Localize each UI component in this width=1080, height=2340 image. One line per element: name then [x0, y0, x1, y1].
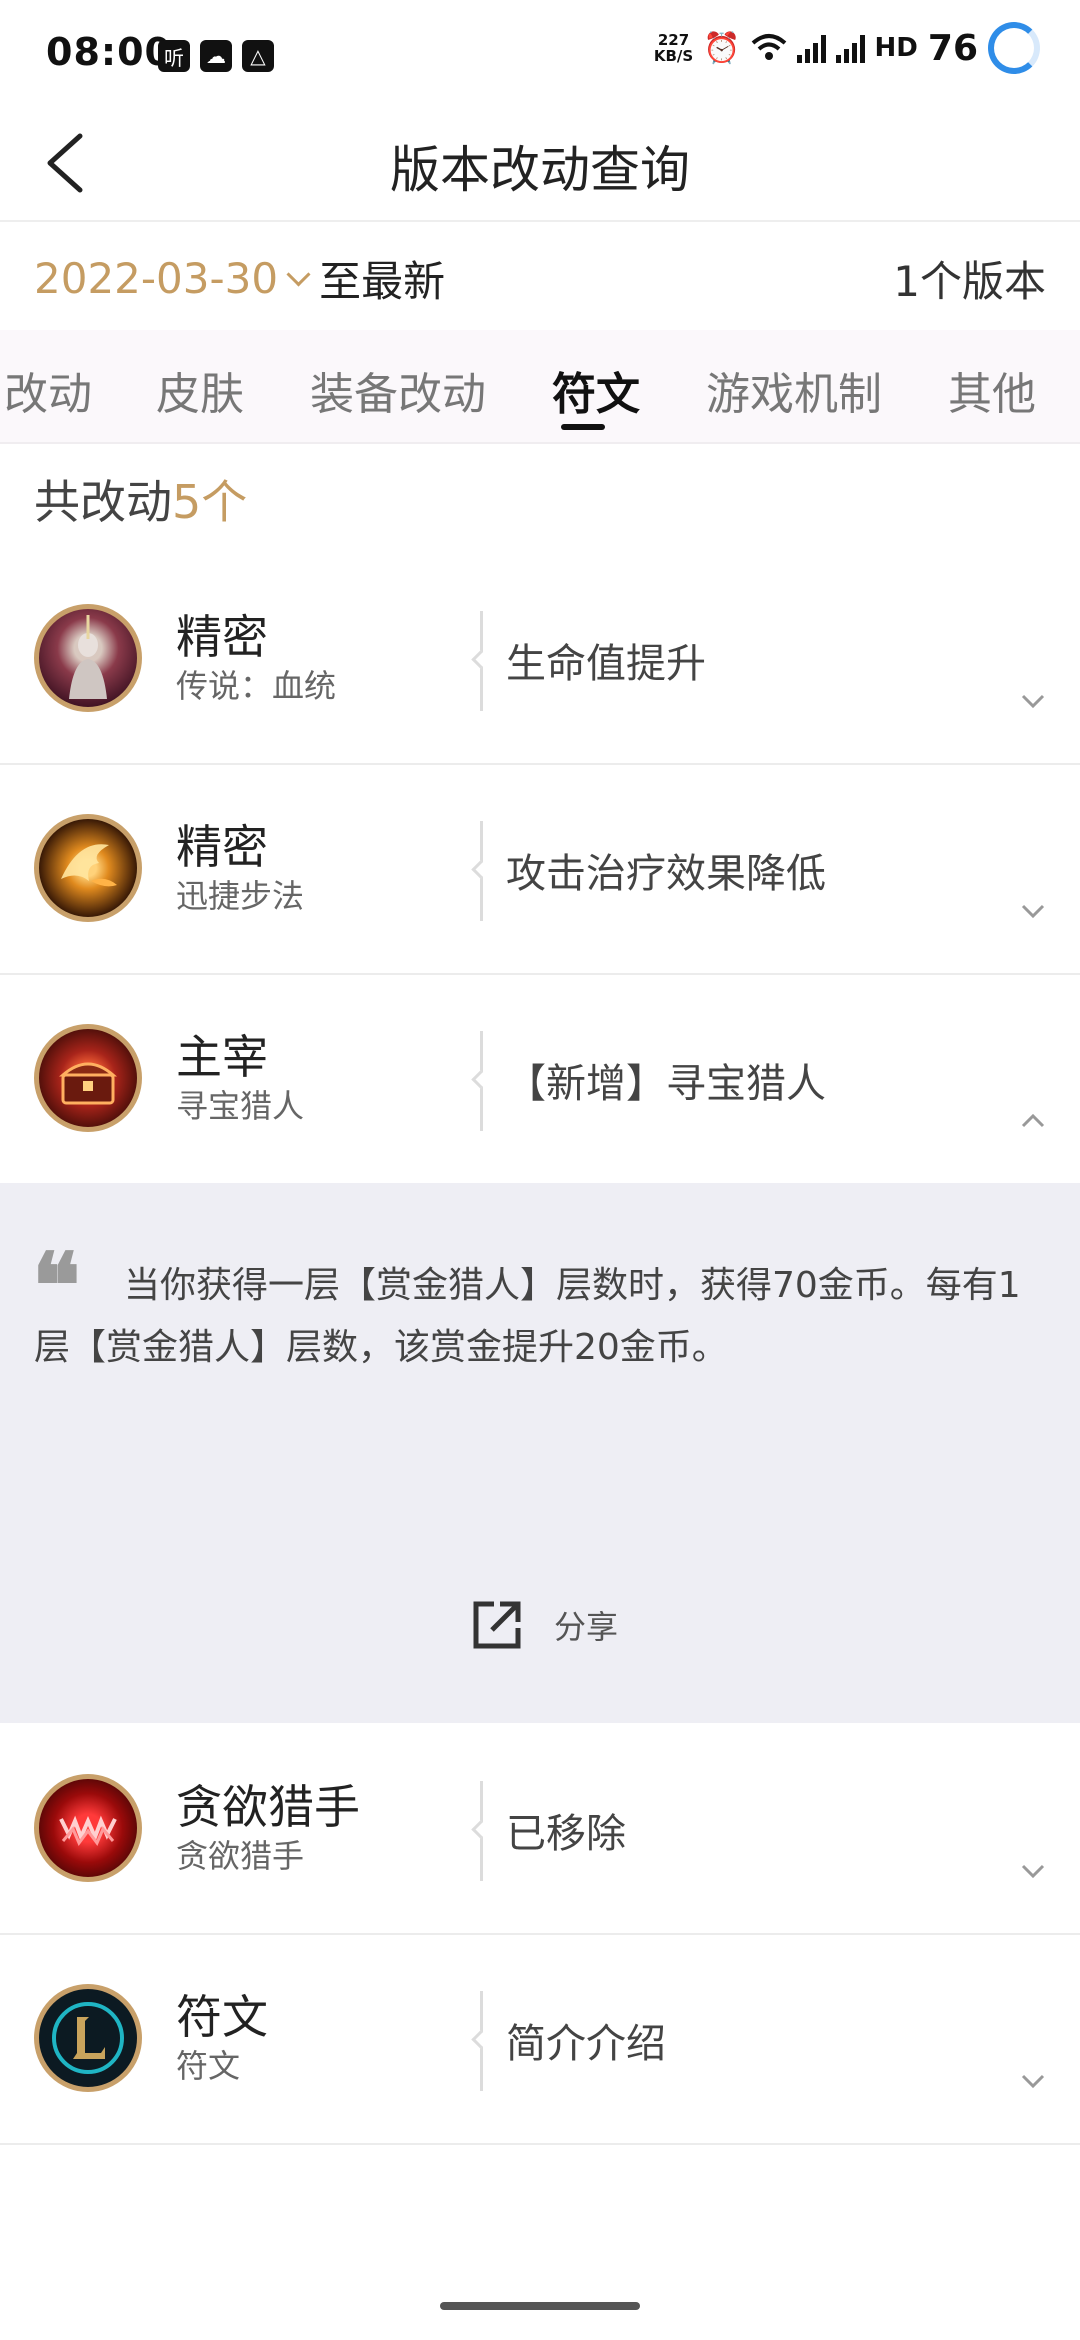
divider-notch: [471, 860, 490, 879]
rune-tree: 主宰: [176, 1030, 268, 1084]
version-count: 1个版本: [893, 257, 1046, 306]
tab-runes[interactable]: 符文: [552, 358, 640, 422]
change-summary: 生命值提升: [506, 641, 706, 687]
rune-tree: 精密: [176, 820, 268, 874]
change-summary: 【新增】寻宝猎人: [506, 1061, 826, 1107]
hd-indicator: HD: [874, 33, 918, 63]
change-row[interactable]: 贪欲猎手 贪欲猎手 已移除: [0, 1723, 1080, 1935]
change-detail-text: 当你获得一层【赏金猎人】层数时，获得70金币。每有1层【赏金猎人】层数，该赏金提…: [34, 1265, 1021, 1368]
rune-tree: 符文: [176, 1990, 268, 2044]
battery-ring-icon: [988, 22, 1040, 74]
chevron-down-icon[interactable]: [1020, 691, 1046, 711]
wifi-icon: [751, 34, 786, 60]
system-indicators: 227 KB/S ⏰ HD 76: [654, 22, 1040, 74]
status-bar: 08:00 听 ☁ △ 227 KB/S ⏰ HD 76: [0, 0, 1080, 110]
rune-name: 符文: [176, 2047, 241, 2085]
home-indicator[interactable]: [440, 2302, 640, 2310]
change-detail-panel: ❝ 当你获得一层【赏金猎人】层数时，获得70金币。每有1层【赏金猎人】层数，该赏…: [0, 1183, 1080, 1723]
title-bar: 版本改动查询: [0, 110, 1080, 222]
change-summary: 简介介绍: [506, 2021, 666, 2067]
change-summary: 已移除: [506, 1811, 626, 1857]
legend-bloodline-icon: [34, 604, 142, 712]
treasure-hunter-icon: [34, 1024, 142, 1132]
change-summary: 攻击治疗效果降低: [506, 851, 826, 897]
category-tabs: 改动 皮肤 装备改动 符文 游戏机制 其他: [0, 330, 1080, 444]
change-row-expanded[interactable]: 主宰 寻宝猎人 【新增】寻宝猎人: [0, 973, 1080, 1185]
signal-4g-icon: [835, 33, 865, 63]
start-date: 2022-03-30: [34, 254, 279, 303]
battery-level: 76: [927, 27, 978, 69]
share-button[interactable]: 分享: [470, 1598, 618, 1652]
notification-icons: 听 ☁ △: [158, 40, 274, 72]
chevron-up-icon[interactable]: [1020, 1111, 1046, 1131]
to-latest-label: 至最新: [319, 257, 446, 306]
date-selector[interactable]: 2022-03-30 至最新: [34, 248, 445, 309]
change-row[interactable]: 符文 符文 简介介绍: [0, 1933, 1080, 2145]
ravenous-hunter-icon: [34, 1774, 142, 1882]
rune-name: 贪欲猎手: [176, 1837, 305, 1875]
divider-notch: [471, 2030, 490, 2049]
chevron-down-icon[interactable]: [1020, 2071, 1046, 2091]
rune-tree: 贪欲猎手: [176, 1780, 360, 1834]
tab-items[interactable]: 装备改动: [310, 358, 486, 422]
network-speed: 227 KB/S: [653, 31, 694, 65]
divider-notch: [471, 1820, 490, 1839]
fleet-footwork-icon: [34, 814, 142, 922]
share-label: 分享: [554, 1608, 619, 1646]
chat-app-icon: ☁: [200, 40, 232, 72]
rune-tree: 精密: [176, 610, 268, 664]
tab-changes[interactable]: 改动: [4, 358, 92, 422]
chevron-down-icon: [286, 262, 311, 287]
rune-name: 迅捷步法: [176, 877, 305, 915]
share-icon: [473, 1601, 521, 1649]
chevron-down-icon[interactable]: [1020, 901, 1046, 921]
date-filter-bar: 2022-03-30 至最新 1个版本: [0, 222, 1080, 330]
clock: 08:00: [46, 30, 172, 74]
divider-notch: [471, 650, 490, 669]
divider-notch: [471, 1070, 490, 1089]
message-app-icon: △: [242, 40, 274, 72]
rune-name: 寻宝猎人: [176, 1087, 305, 1125]
change-total: 共改动5个: [34, 475, 248, 529]
chevron-down-icon[interactable]: [1020, 1861, 1046, 1881]
lol-logo-icon: [34, 1984, 142, 2092]
listen-app-icon: 听: [158, 40, 190, 72]
change-count: 5个: [172, 475, 248, 529]
tab-skins[interactable]: 皮肤: [156, 358, 244, 422]
change-row[interactable]: 精密 传说：血统 生命值提升: [0, 553, 1080, 765]
tab-mechanics[interactable]: 游戏机制: [706, 358, 882, 422]
active-tab-indicator: [561, 424, 605, 430]
alarm-icon: ⏰: [703, 30, 741, 66]
change-row[interactable]: 精密 迅捷步法 攻击治疗效果降低: [0, 763, 1080, 975]
tab-other[interactable]: 其他: [948, 358, 1036, 422]
rune-name: 传说：血统: [176, 667, 337, 705]
signal-5g-icon: [796, 33, 826, 63]
page-title: 版本改动查询: [390, 141, 690, 199]
